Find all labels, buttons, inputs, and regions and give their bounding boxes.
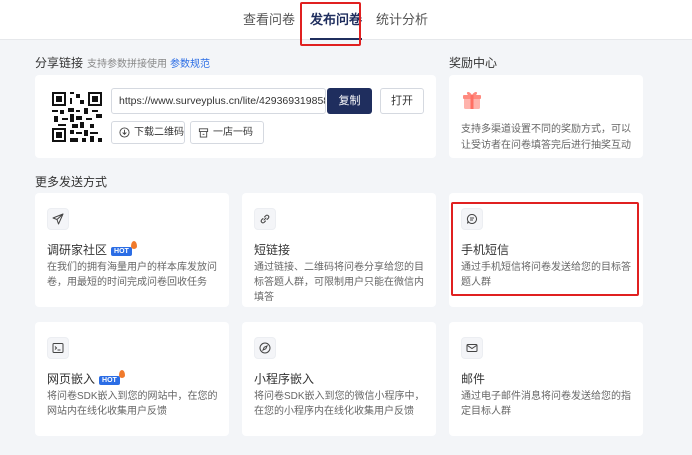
method-title-research-community: 调研家社区 HOT — [47, 241, 137, 258]
more-methods-title: 更多发送方式 — [35, 173, 107, 190]
compass-icon — [259, 342, 271, 354]
method-icon-box — [47, 208, 69, 230]
qr-code — [52, 92, 102, 142]
copy-button[interactable]: 复制 — [327, 88, 372, 114]
method-icon-box — [461, 208, 483, 230]
method-desc-mini-program: 将问卷SDK嵌入到您的微信小程序中，在您的小程序内在线化收集用户反馈 — [254, 391, 425, 417]
store-icon — [198, 128, 209, 138]
message-icon — [466, 213, 477, 224]
link-icon — [260, 214, 270, 224]
method-title-text: 网页嵌入 — [47, 372, 96, 386]
method-desc-email: 通过电子邮件消息将问卷发送给您的指定目标人群 — [461, 391, 631, 417]
hot-badge: HOT — [99, 370, 125, 385]
method-icon-box — [461, 337, 483, 359]
flame-icon — [130, 241, 137, 249]
hot-badge-text: HOT — [114, 248, 129, 255]
send-icon — [52, 213, 64, 225]
active-tab-underline — [310, 38, 363, 40]
one-store-label: 一店一码 — [213, 127, 253, 138]
one-store-code-button[interactable]: 一店一码 — [190, 121, 264, 144]
method-title-email: 邮件 — [461, 372, 486, 386]
gift-icon — [463, 91, 481, 109]
method-desc-short-link: 通过链接、二维码将问卷分享给您的目标答题人群，可限制用户只能在微信内填答 — [254, 262, 424, 303]
method-icon-box — [254, 337, 276, 359]
method-title-web-embed: 网页嵌入 HOT — [47, 370, 125, 387]
method-title-sms: 手机短信 — [461, 243, 510, 257]
method-icon-box — [254, 208, 276, 230]
share-section-title: 分享链接 支持参数拼接使用 参数规范 — [35, 54, 210, 71]
open-button[interactable]: 打开 — [380, 88, 424, 114]
param-spec-link[interactable]: 参数规范 — [170, 59, 210, 70]
more-title: 更多发送方式 — [35, 175, 108, 189]
tab-publish-survey[interactable]: 发布问卷 — [310, 0, 363, 40]
share-url-input[interactable]: https://www.surveyplus.cn/lite/429369319… — [111, 88, 326, 114]
method-title-text: 调研家社区 — [47, 243, 108, 257]
download-qr-label: 下载二维码 — [134, 127, 184, 138]
tab-label: 发布问卷 — [310, 12, 363, 27]
hot-badge-text: HOT — [102, 377, 117, 384]
method-desc-sms: 通过手机短信将问卷发送给您的目标答题人群 — [461, 262, 631, 288]
method-desc-research-community: 在我们的拥有海量用户的样本库发放问卷，用最短的时间完成问卷回收任务 — [47, 262, 217, 288]
terminal-icon — [52, 343, 64, 353]
share-title: 分享链接 — [35, 56, 84, 70]
method-title-short-link: 短链接 — [254, 243, 291, 257]
share-url-text: https://www.surveyplus.cn/lite/429369319… — [119, 95, 326, 107]
method-icon-box — [47, 337, 69, 359]
flame-icon — [118, 370, 125, 378]
download-qr-button[interactable]: 下载二维码 — [111, 121, 185, 144]
mail-icon — [466, 344, 478, 352]
reward-description: 支持多渠道设置不同的奖励方式，可以让受访者在问卷填答完后进行抽奖互动 — [461, 124, 631, 151]
method-title-mini-program: 小程序嵌入 — [254, 372, 315, 386]
tab-view-survey[interactable]: 查看问卷 — [243, 0, 295, 40]
tab-label: 统计分析 — [376, 12, 429, 27]
download-icon — [119, 127, 130, 138]
top-tab-bar: 查看问卷 发布问卷 统计分析 — [0, 0, 692, 40]
share-hint: 支持参数拼接使用 — [87, 59, 168, 70]
hot-badge: HOT — [111, 241, 137, 256]
tab-label: 查看问卷 — [243, 12, 296, 27]
method-desc-web-embed: 将问卷SDK嵌入到您的网站中，在您的网站内在线化收集用户反馈 — [47, 391, 218, 417]
reward-title: 奖励中心 — [449, 56, 498, 70]
reward-section-title: 奖励中心 — [449, 54, 497, 71]
tab-statistics[interactable]: 统计分析 — [376, 0, 428, 40]
